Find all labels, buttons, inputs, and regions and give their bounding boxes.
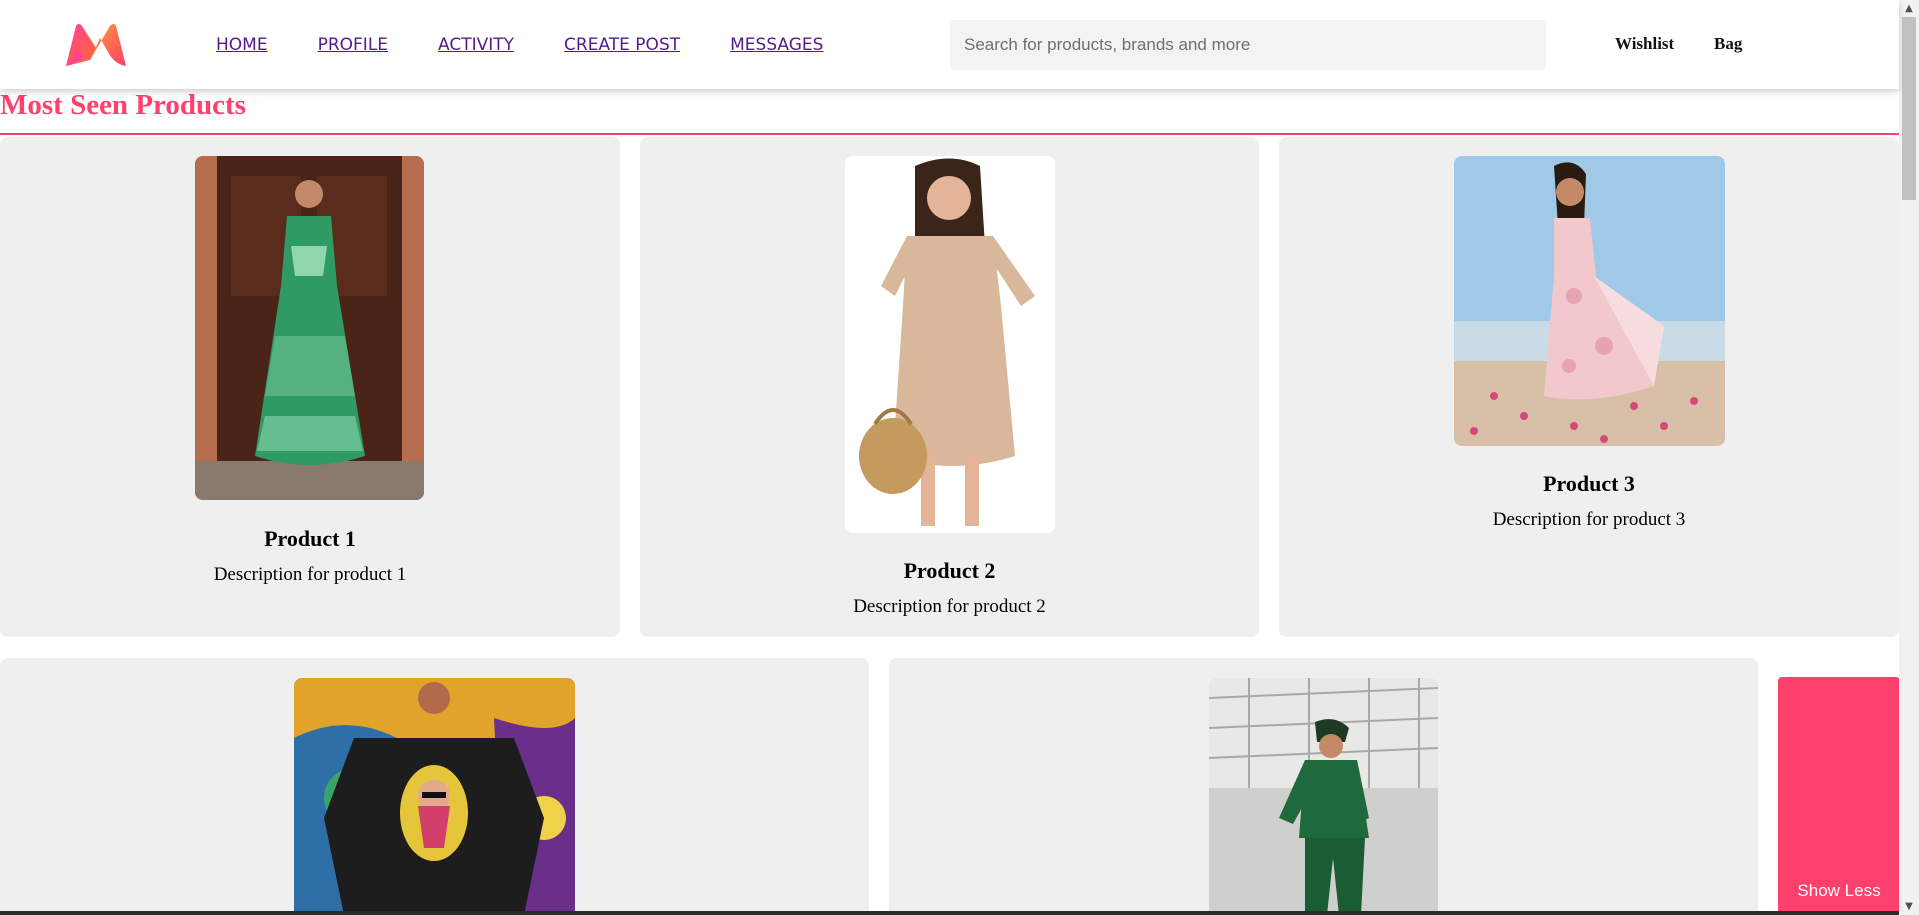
section-title: Most Seen Products — [0, 89, 246, 121]
beige-floral-mini-dress-photo — [845, 156, 1055, 533]
window-bottom-edge — [0, 911, 1899, 915]
myntra-logo-icon[interactable] — [64, 22, 128, 68]
product-1-name: Product 1 — [264, 526, 356, 551]
product-card-3[interactable]: Product 3 Description for product 3 — [1279, 137, 1899, 637]
black-graphic-tshirt-photo — [294, 678, 575, 915]
top-navbar: HOME PROFILE ACTIVITY CREATE POST MESSAG… — [0, 0, 1899, 89]
product-card-5[interactable] — [889, 658, 1758, 915]
pink-floral-beach-dress-photo — [1454, 156, 1725, 446]
search-input[interactable] — [950, 20, 1546, 70]
bag-link[interactable]: Bag — [1714, 34, 1742, 54]
green-floral-maxi-dress-photo — [195, 156, 424, 500]
product-3-image[interactable] — [1454, 156, 1725, 446]
nav-home-link[interactable]: HOME — [216, 33, 268, 57]
product-4-image[interactable] — [294, 678, 575, 915]
nav-activity-link[interactable]: ACTIVITY — [438, 33, 514, 57]
nav-create-post-link[interactable]: CREATE POST — [564, 33, 680, 57]
show-less-button[interactable]: Show Less — [1778, 677, 1900, 915]
product-1-image[interactable] — [195, 156, 424, 500]
product-2-image[interactable] — [845, 156, 1055, 533]
product-card-1[interactable]: Product 1 Description for product 1 — [0, 137, 620, 637]
product-2-description: Description for product 2 — [853, 596, 1046, 617]
product-card-2[interactable]: Product 2 Description for product 2 — [640, 137, 1259, 637]
green-tracksuit-photo — [1209, 678, 1438, 915]
product-5-image[interactable] — [1209, 678, 1438, 915]
product-1-description: Description for product 1 — [213, 564, 407, 585]
product-3-name: Product 3 — [1543, 471, 1635, 496]
nav-messages-link[interactable]: MESSAGES — [730, 33, 823, 57]
scrollbar-thumb[interactable] — [1902, 17, 1916, 200]
nav-profile-link[interactable]: PROFILE — [318, 33, 388, 57]
section-divider — [0, 133, 1899, 135]
scroll-up-arrow-icon[interactable]: ▲ — [1899, 0, 1919, 17]
main-nav: HOME PROFILE ACTIVITY CREATE POST MESSAG… — [216, 33, 873, 57]
product-card-4[interactable] — [0, 658, 869, 915]
scroll-down-arrow-icon[interactable]: ▼ — [1899, 898, 1919, 915]
product-3-description: Description for product 3 — [1492, 509, 1686, 530]
wishlist-link[interactable]: Wishlist — [1615, 34, 1674, 54]
product-2-name: Product 2 — [903, 558, 996, 583]
page-scrollbar[interactable]: ▲ ▼ — [1899, 0, 1919, 915]
